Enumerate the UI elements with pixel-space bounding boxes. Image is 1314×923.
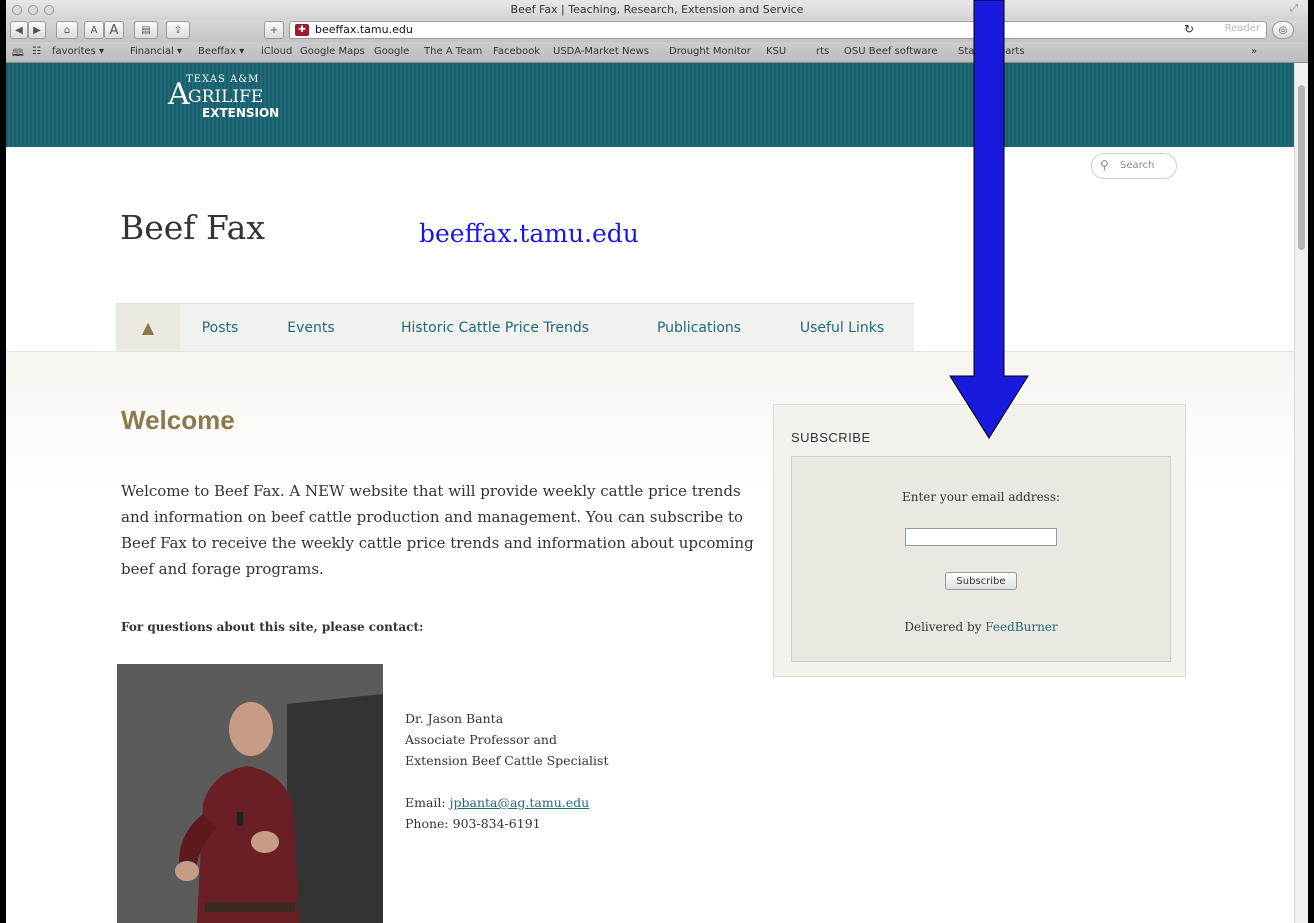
- email-link[interactable]: jpbanta@ag.tamu.edu: [450, 795, 590, 810]
- browser-toolbar: ◀ ▶ ⌂ A A ▤ ⇪ + ✚ beeffax.tamu.edu ↻ Rea…: [6, 20, 1308, 42]
- contact-info: Dr. Jason Banta Associate Professor and …: [405, 708, 608, 834]
- site-title[interactable]: Beef Fax: [120, 208, 265, 247]
- tab-historic-cattle-price-trends[interactable]: Historic Cattle Price Trends: [362, 303, 628, 351]
- contact-email-line: Email: jpbanta@ag.tamu.edu: [405, 792, 608, 813]
- reader-button[interactable]: Reader: [1225, 23, 1260, 34]
- print-button[interactable]: ▤: [134, 21, 158, 39]
- contact-heading: For questions about this site, please co…: [121, 620, 424, 634]
- page-scrollbar[interactable]: [1294, 63, 1308, 923]
- forward-button[interactable]: ▶: [28, 21, 46, 39]
- delivered-prefix: Delivered by: [904, 620, 986, 634]
- logo-bottom-text: EXTENSION: [202, 106, 280, 120]
- contact-phone: Phone: 903-834-6191: [405, 816, 541, 831]
- text-smaller-label: A: [90, 24, 98, 36]
- downloads-button[interactable]: ◎: [1272, 21, 1294, 39]
- bookmark-item[interactable]: Facebook: [493, 46, 540, 57]
- tab-publications[interactable]: Publications: [628, 303, 770, 351]
- contact-name: Dr. Jason Banta: [405, 711, 504, 726]
- scrollbar-thumb[interactable]: [1298, 85, 1305, 250]
- bookmark-item[interactable]: Google: [374, 46, 409, 57]
- bookmark-item[interactable]: OSU Beef software: [844, 46, 938, 57]
- downloads-icon: ◎: [1278, 24, 1288, 36]
- bookmark-item[interactable]: Drought Monitor: [669, 46, 751, 57]
- search-icon: ⚲: [1100, 158, 1109, 172]
- home-icon: ▲: [141, 318, 155, 337]
- bookmarks-bar: 🕮 ☷ favorites ▾ Financial ▾ Beeffax ▾ iC…: [6, 42, 1308, 63]
- search-placeholder: Search: [1120, 160, 1155, 171]
- web-page: A TEXAS A&M GRILIFE EXTENSION ⚲ Search B…: [6, 63, 1308, 923]
- title-bar: Beef Fax | Teaching, Research, Extension…: [6, 0, 1308, 20]
- bookmark-item[interactable]: Google Maps: [300, 46, 365, 57]
- logo-top-text: TEXAS A&M: [186, 74, 260, 85]
- subscribe-button[interactable]: Subscribe: [945, 572, 1017, 590]
- feedburner-link[interactable]: FeedBurner: [985, 620, 1057, 634]
- share-icon: ⇪: [173, 24, 183, 36]
- welcome-heading: Welcome: [121, 405, 235, 435]
- back-button[interactable]: ◀: [10, 21, 28, 39]
- bookmark-item[interactable]: Beeffax ▾: [198, 46, 244, 57]
- site-header-band: A TEXAS A&M GRILIFE EXTENSION: [6, 63, 1294, 147]
- subscribe-email-input[interactable]: [905, 528, 1057, 546]
- logo-mid-text: GRILIFE: [188, 87, 264, 107]
- intro-paragraph: Welcome to Beef Fax. A NEW website that …: [121, 482, 754, 578]
- printer-icon: ▤: [141, 24, 151, 36]
- url-text: beeffax.tamu.edu: [315, 23, 413, 36]
- annotation-arrow-icon: [949, 0, 1029, 439]
- address-bar[interactable]: ✚ beeffax.tamu.edu ↻ Reader: [289, 21, 1267, 39]
- site-search-input[interactable]: ⚲ Search: [1091, 153, 1177, 179]
- contact-title-line1: Associate Professor and: [405, 732, 557, 747]
- subscribe-widget: SUBSCRIBE Enter your email address: Subs…: [773, 404, 1186, 677]
- contact-photo: [117, 664, 383, 923]
- bookmark-item[interactable]: Financial ▾: [130, 46, 182, 57]
- tab-useful-links[interactable]: Useful Links: [770, 303, 914, 351]
- text-bigger-label: A: [109, 22, 119, 38]
- top-sites-icon[interactable]: ☷: [32, 46, 41, 57]
- bookmark-item[interactable]: iCloud: [261, 46, 292, 57]
- home-button[interactable]: ⌂: [56, 21, 78, 39]
- bookmark-item[interactable]: KSU: [766, 46, 786, 57]
- tab-posts[interactable]: Posts: [180, 303, 260, 351]
- window-title: Beef Fax | Teaching, Research, Extension…: [510, 3, 804, 16]
- tab-home[interactable]: ▲: [116, 303, 180, 351]
- contact-title-line2: Extension Beef Cattle Specialist: [405, 753, 609, 768]
- subscribe-heading: SUBSCRIBE: [791, 430, 871, 445]
- bookmark-item[interactable]: USDA-Market News: [553, 46, 649, 57]
- site-favicon-icon: ✚: [295, 24, 309, 36]
- subscribe-form: Enter your email address: Subscribe Deli…: [791, 456, 1171, 662]
- plus-icon: +: [269, 24, 279, 36]
- reading-list-icon[interactable]: 🕮: [12, 46, 24, 63]
- url-annotation: beeffax.tamu.edu: [419, 219, 639, 248]
- fullscreen-icon[interactable]: ⤢: [1290, 3, 1298, 14]
- bookmarks-overflow-button[interactable]: »: [1251, 46, 1257, 57]
- bookmark-item[interactable]: The A Team: [424, 46, 482, 57]
- email-prompt-label: Enter your email address:: [901, 490, 1061, 504]
- delivered-by-text: Delivered by FeedBurner: [792, 620, 1170, 634]
- bookmark-item[interactable]: favorites ▾: [52, 46, 104, 57]
- browser-window: Beef Fax | Teaching, Research, Extension…: [6, 0, 1308, 923]
- text-bigger-button[interactable]: A: [104, 21, 124, 39]
- share-button[interactable]: ⇪: [166, 21, 190, 39]
- email-label: Email:: [405, 795, 450, 810]
- add-bookmark-button[interactable]: +: [264, 21, 284, 39]
- bookmark-item[interactable]: rts: [816, 46, 829, 57]
- home-icon: ⌂: [63, 24, 71, 36]
- tab-events[interactable]: Events: [260, 303, 362, 351]
- reload-icon[interactable]: ↻: [1184, 22, 1194, 36]
- text-smaller-button[interactable]: A: [84, 21, 104, 39]
